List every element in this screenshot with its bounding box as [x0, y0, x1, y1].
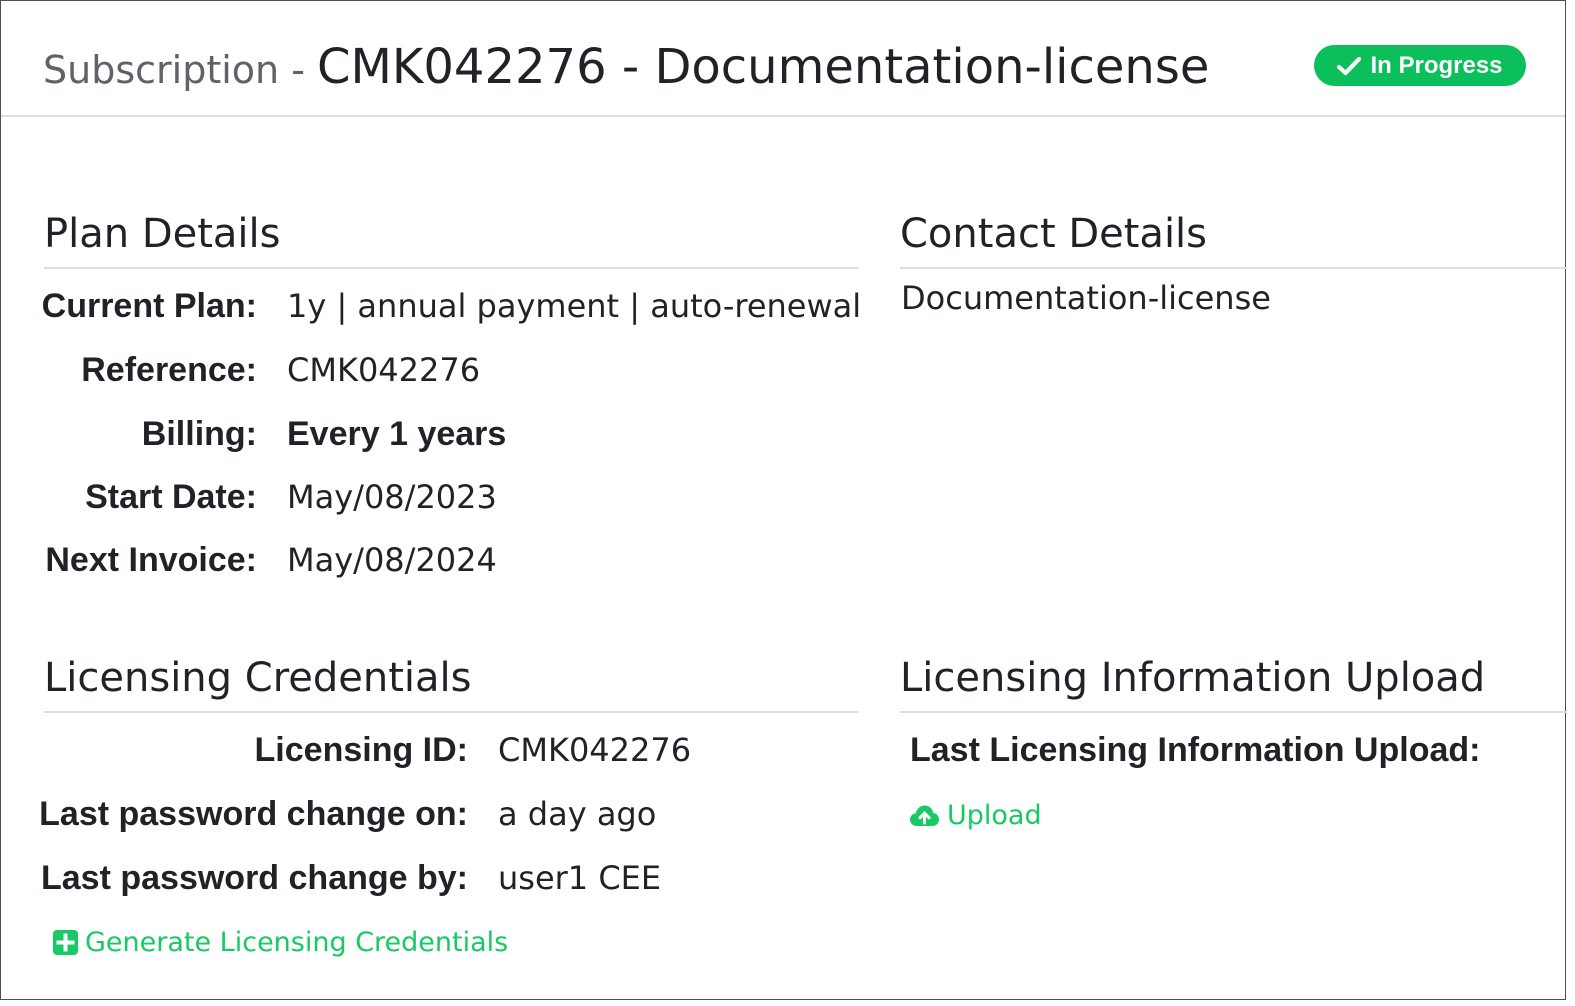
licensing-credentials-divider: [44, 711, 859, 713]
plus-square-icon: [53, 930, 78, 955]
contact-details-divider: [900, 267, 1567, 269]
upload-link[interactable]: Upload: [909, 800, 1042, 831]
status-badge-label: In Progress: [1370, 51, 1503, 79]
plan-details-divider: [44, 267, 859, 269]
status-badge: In Progress: [1314, 45, 1526, 86]
reference-value: CMK042276: [287, 351, 481, 389]
last-upload-label: Last Licensing Information Upload:: [910, 731, 1481, 769]
title-prefix: Subscription -: [43, 48, 317, 92]
page-header: Subscription - CMK042276 - Documentation…: [1, 1, 1565, 117]
contact-name: Documentation-license: [901, 279, 1271, 317]
billing-label: Billing:: [141, 415, 257, 453]
generate-credentials-label: Generate Licensing Credentials: [85, 927, 509, 958]
password-changed-on-label: Last password change on:: [39, 795, 468, 833]
plan-details-title: Plan Details: [44, 211, 281, 257]
upload-label: Upload: [947, 800, 1042, 831]
reference-label: Reference:: [81, 351, 257, 389]
billing-value: Every 1 years: [287, 415, 507, 453]
current-plan-label: Current Plan:: [41, 287, 257, 325]
next-invoice-value: May/08/2024: [287, 541, 497, 579]
generate-credentials-link[interactable]: Generate Licensing Credentials: [53, 927, 508, 958]
contact-details-title: Contact Details: [900, 211, 1208, 257]
cloud-upload-icon: [910, 805, 939, 826]
password-changed-on-value: a day ago: [498, 795, 657, 833]
check-icon: [1337, 56, 1362, 75]
password-changed-by-label: Last password change by:: [41, 859, 468, 897]
start-date-value: May/08/2023: [287, 478, 497, 516]
current-plan-value: 1y | annual payment | auto-renewal: [287, 287, 862, 325]
page-title: Subscription - CMK042276 - Documentation…: [43, 39, 1209, 95]
licensing-credentials-title: Licensing Credentials: [44, 655, 472, 701]
next-invoice-label: Next Invoice:: [45, 541, 257, 579]
licensing-upload-divider: [900, 711, 1567, 713]
licensing-id-value: CMK042276: [498, 731, 692, 769]
subscription-panel: Subscription - CMK042276 - Documentation…: [0, 0, 1567, 1000]
licensing-id-label: Licensing ID:: [254, 731, 468, 769]
password-changed-by-value: user1 CEE: [498, 859, 662, 897]
start-date-label: Start Date:: [85, 478, 257, 516]
licensing-upload-title: Licensing Information Upload: [900, 655, 1486, 701]
title-main: CMK042276 - Documentation-license: [316, 39, 1210, 95]
